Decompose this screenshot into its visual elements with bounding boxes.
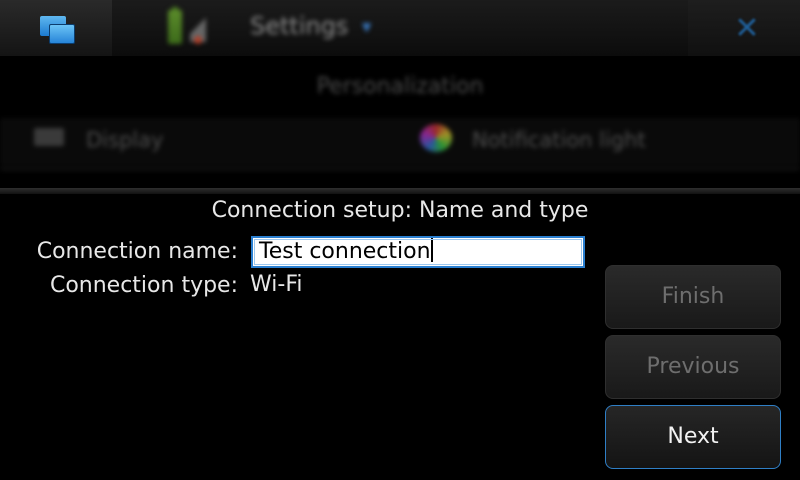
task-switcher-icon[interactable]: [36, 12, 78, 46]
connection-type-value: Wi-Fi: [250, 272, 303, 297]
settings-item-display: Display: [86, 128, 164, 152]
section-heading: Personalization: [316, 74, 484, 99]
connection-type-label: Connection type:: [49, 273, 238, 298]
app-title: Settings: [250, 12, 349, 40]
text-cursor: [430, 238, 433, 262]
previous-button[interactable]: Previous: [605, 335, 781, 399]
signal-alert-dot: [194, 36, 202, 44]
finish-button[interactable]: Finish: [605, 265, 781, 329]
dialog-title: Connection setup: Name and type: [211, 198, 589, 223]
notification-light-icon: [420, 124, 452, 152]
close-icon[interactable]: ✕: [730, 12, 764, 46]
next-button[interactable]: Next: [605, 405, 781, 469]
connection-name-input[interactable]: Test connection: [251, 236, 585, 268]
window-front-shape: [49, 24, 75, 44]
background-settings-app: Settings ▼ Personalization Display Notif…: [0, 0, 800, 190]
divider: [0, 168, 800, 170]
connection-setup-dialog: Connection setup: Name and type Connecti…: [0, 188, 800, 480]
settings-item-notification-light: Notification light: [472, 128, 646, 152]
connection-name-label: Connection name:: [36, 239, 238, 264]
connection-name-value: Test connection: [259, 239, 431, 264]
dropdown-arrow-icon: ▼: [362, 20, 372, 34]
dialog-top-edge: [0, 188, 800, 194]
battery-icon: [168, 10, 182, 44]
title-bar: [0, 0, 800, 56]
display-icon: [34, 128, 64, 146]
